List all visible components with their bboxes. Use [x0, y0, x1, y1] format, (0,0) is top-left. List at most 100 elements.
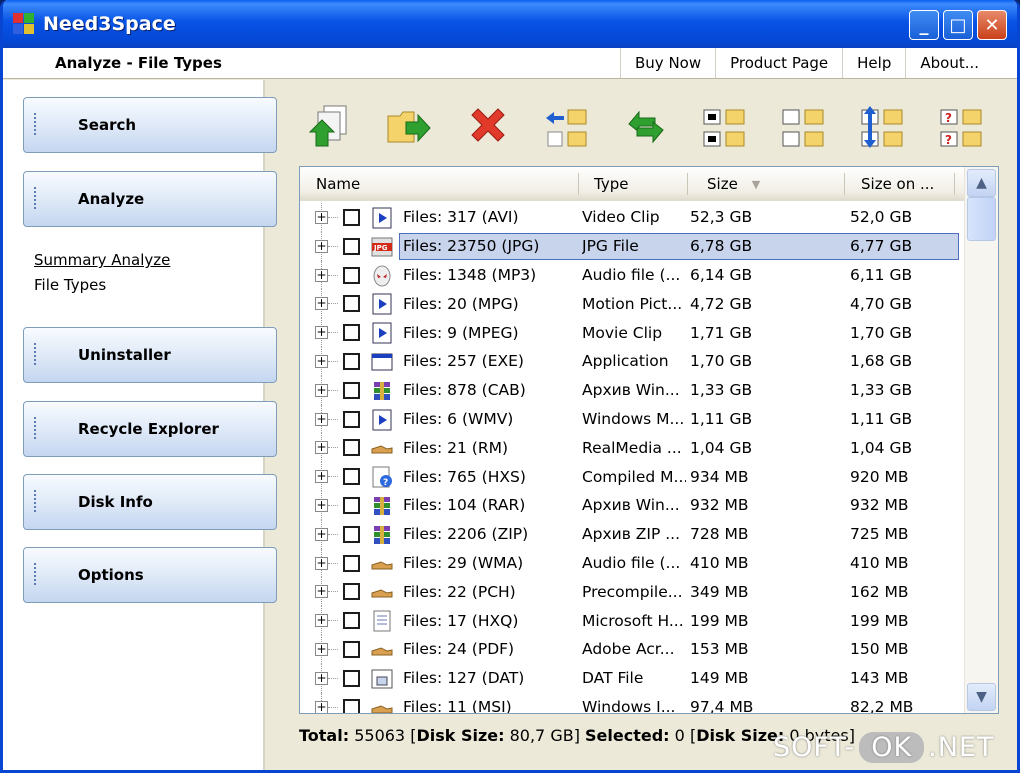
table-row[interactable]: + Files: 20 (MPG) Motion Pict... 4,72 GB 4,7…: [300, 289, 964, 319]
row-checkbox[interactable]: [343, 381, 360, 399]
tree-branch: [328, 533, 338, 535]
col-name[interactable]: Name: [316, 167, 360, 201]
expand-icon[interactable]: +: [315, 470, 328, 484]
menu-product-page[interactable]: Product Page: [715, 48, 842, 78]
disk-size-label: Disk Size:: [416, 726, 505, 745]
column-divider[interactable]: [578, 173, 579, 195]
cell-size: 1,71 GB: [690, 323, 753, 342]
expand-icon[interactable]: +: [315, 527, 328, 541]
table-row[interactable]: + Files: 29 (WMA) Audio file (... 410 MB 410…: [300, 548, 964, 578]
table-row[interactable]: + Files: 317 (AVI) Video Clip 52,3 GB 52,0 G…: [300, 203, 964, 232]
sort-button[interactable]: [855, 100, 911, 154]
cell-size-on-disk: 725 MB: [850, 525, 909, 544]
expand-icon[interactable]: +: [315, 642, 328, 656]
nav-uninstaller[interactable]: Uninstaller: [23, 327, 277, 383]
table-row[interactable]: + Files: 24 (PDF) Adobe Acr... 153 MB 150 MB: [300, 634, 964, 664]
title-bar[interactable]: Need3Space _ □ ✕: [3, 0, 1017, 48]
table-row[interactable]: + Files: 104 (RAR) Архив Win... 932 MB 932 M…: [300, 490, 964, 520]
menu-buy-now[interactable]: Buy Now: [620, 48, 715, 78]
cell-type: Windows I...: [582, 697, 676, 714]
nav-analyze[interactable]: Analyze: [23, 171, 277, 227]
row-checkbox[interactable]: [343, 496, 360, 514]
row-checkbox[interactable]: [343, 640, 360, 658]
export-button[interactable]: [303, 100, 359, 154]
file-types-list[interactable]: Name Type Size ▼ Size on ... + Files: 317…: [299, 166, 999, 714]
select-button[interactable]: [539, 100, 595, 154]
column-divider[interactable]: [954, 173, 955, 195]
nav-options[interactable]: Options: [23, 547, 277, 603]
row-checkbox[interactable]: [343, 352, 360, 370]
row-checkbox[interactable]: [343, 439, 360, 457]
expand-icon[interactable]: +: [315, 354, 328, 368]
expand-icon[interactable]: +: [315, 614, 328, 628]
col-size[interactable]: Size ▼: [707, 167, 760, 201]
maximize-button[interactable]: □: [943, 10, 973, 40]
row-checkbox[interactable]: [343, 669, 360, 687]
row-checkbox[interactable]: [343, 698, 360, 713]
row-checkbox[interactable]: [343, 209, 360, 226]
row-checkbox[interactable]: [343, 583, 360, 601]
scroll-down-icon[interactable]: ▼: [967, 683, 996, 711]
expand-icon[interactable]: +: [315, 383, 328, 397]
table-row[interactable]: + Files: 22 (PCH) Precompile... 349 MB 162 M…: [300, 577, 964, 607]
table-row[interactable]: + Files: 17 (HXQ) Microsoft H... 199 MB 199 …: [300, 606, 964, 635]
row-checkbox[interactable]: [343, 295, 360, 313]
row-checkbox[interactable]: [343, 410, 360, 428]
refresh-button[interactable]: [618, 100, 674, 154]
exe-icon: [370, 350, 394, 374]
link-file-types[interactable]: File Types: [34, 273, 170, 298]
row-checkbox[interactable]: [343, 554, 360, 572]
expand-icon[interactable]: +: [315, 326, 328, 340]
row-checkbox[interactable]: [343, 468, 360, 486]
minimize-button[interactable]: _: [909, 10, 939, 40]
column-divider[interactable]: [687, 173, 688, 195]
col-size-on-disk[interactable]: Size on ...: [861, 167, 934, 201]
column-divider[interactable]: [844, 173, 845, 195]
scroll-up-icon[interactable]: ▲: [967, 169, 996, 197]
check-all-button[interactable]: [697, 100, 753, 154]
cell-type: Compiled M...: [582, 467, 686, 486]
table-row[interactable]: + Files: 2206 (ZIP) Архив ZIP ... 728 MB 725…: [300, 519, 964, 549]
table-row[interactable]: + Files: 257 (EXE) Application 1,70 GB 1,68 …: [300, 346, 964, 376]
table-row[interactable]: + Files: 9 (MPEG) Movie Clip 1,71 GB 1,70 GB: [300, 318, 964, 347]
expand-icon[interactable]: +: [315, 585, 328, 599]
help-button[interactable]: ? ?: [934, 100, 990, 154]
row-checkbox[interactable]: [343, 612, 360, 630]
table-row[interactable]: + Files: 11 (MSI) Windows I... 97,4 MB 82,2 …: [300, 692, 964, 714]
table-row[interactable]: +? Files: 765 (HXS) Compiled M... 934 MB 920…: [300, 462, 964, 491]
expand-icon[interactable]: +: [315, 211, 328, 224]
nav-search[interactable]: Search: [23, 97, 277, 153]
nav-recycle-explorer[interactable]: Recycle Explorer: [23, 401, 277, 457]
row-checkbox[interactable]: [343, 525, 360, 543]
menu-about[interactable]: About...: [905, 48, 993, 78]
expand-icon[interactable]: +: [315, 556, 328, 570]
move-button[interactable]: [381, 100, 437, 154]
table-row[interactable]: + Files: 21 (RM) RealMedia ... 1,04 GB 1,04 …: [300, 433, 964, 463]
cell-name: Files: 23750 (JPG): [403, 237, 540, 256]
expand-icon[interactable]: +: [315, 700, 328, 713]
expand-icon[interactable]: +: [315, 441, 328, 455]
uncheck-all-button[interactable]: [776, 100, 832, 154]
menu-help[interactable]: Help: [842, 48, 905, 78]
expand-icon[interactable]: +: [315, 498, 328, 512]
table-row[interactable]: + Files: 127 (DAT) DAT File 149 MB 143 MB: [300, 663, 964, 693]
table-row[interactable]: + Files: 6 (WMV) Windows M... 1,11 GB 1,11 G…: [300, 404, 964, 434]
table-row[interactable]: + Files: 1348 (MP3) Audio file (... 6,14 GB…: [300, 260, 964, 290]
row-checkbox[interactable]: [343, 266, 360, 284]
close-button[interactable]: ✕: [977, 10, 1007, 40]
vertical-scrollbar[interactable]: ▲ ▼: [964, 167, 998, 713]
row-checkbox[interactable]: [343, 237, 360, 255]
expand-icon[interactable]: +: [315, 239, 328, 253]
expand-icon[interactable]: +: [315, 268, 328, 282]
col-type[interactable]: Type: [594, 167, 628, 201]
expand-icon[interactable]: +: [315, 297, 328, 311]
row-checkbox[interactable]: [343, 324, 360, 342]
expand-icon[interactable]: +: [315, 412, 328, 426]
expand-icon[interactable]: +: [315, 671, 328, 685]
scroll-thumb[interactable]: [967, 197, 996, 241]
table-row[interactable]: + Files: 878 (CAB) Архив Win... 1,33 GB 1,33…: [300, 375, 964, 405]
delete-button[interactable]: [460, 100, 516, 154]
link-summary-analyze[interactable]: Summary Analyze: [34, 248, 170, 273]
table-row[interactable]: + JPG Files: 23750 (JPG) JPG File 6,78 GB 6,7…: [300, 231, 964, 261]
nav-disk-info[interactable]: Disk Info: [23, 474, 277, 530]
